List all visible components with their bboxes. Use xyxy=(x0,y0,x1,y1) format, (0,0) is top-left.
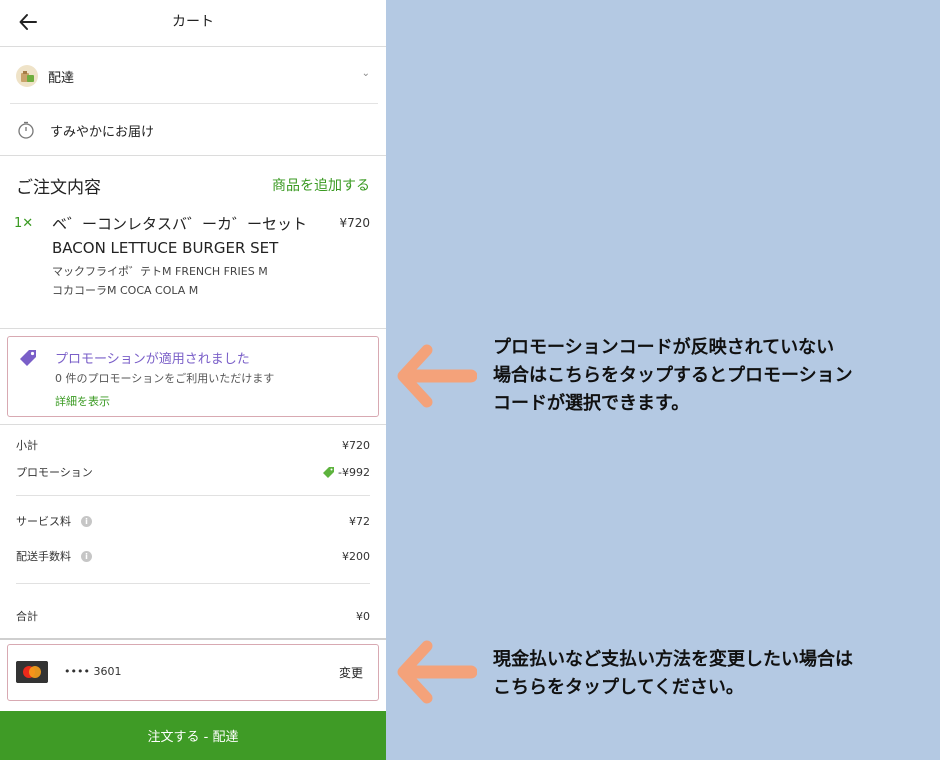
subtotal-label: 小計 xyxy=(16,439,38,452)
delivery-timing-selector[interactable]: すみやかにお届け xyxy=(0,113,386,147)
total-label: 合計 xyxy=(16,610,38,623)
timing-label: すみやかにお届け xyxy=(50,124,155,140)
service-fee-label: サービス料 xyxy=(16,515,71,528)
service-fee-row: サービス料 i ¥72 xyxy=(16,513,370,529)
divider xyxy=(0,638,386,640)
add-items-link[interactable]: 商品を追加する xyxy=(272,175,370,195)
subtotal-value: ¥720 xyxy=(342,438,370,452)
card-number: •••• 3601 xyxy=(64,665,122,678)
promo-annotation-line: 場合はこちらをタップするとプロモーション xyxy=(493,365,853,386)
promotion-value: -¥992 xyxy=(338,465,370,479)
payment-annotation: 現金払いなど支払い方法を変更したい場合は こちらをタップしてください。 xyxy=(493,646,853,702)
delivery-fee-label: 配送手数料 xyxy=(16,550,71,563)
divider xyxy=(0,155,386,156)
payment-annotation-line: 現金払いなど支払い方法を変更したい場合は xyxy=(493,649,853,670)
tag-icon xyxy=(20,350,36,366)
payment-annotation-line: こちらをタップしてください。 xyxy=(493,677,744,698)
promotion-row: プロモーション -¥992 xyxy=(16,464,370,480)
chevron-down-icon: ⌄ xyxy=(361,68,370,79)
place-order-button[interactable]: 注文する - 配達 xyxy=(0,711,386,760)
divider xyxy=(0,424,386,425)
item-price: ¥720 xyxy=(339,216,370,230)
tag-icon xyxy=(323,467,335,478)
divider xyxy=(16,583,370,584)
total-row: 合計 ¥0 xyxy=(16,608,370,624)
promotion-label: プロモーション xyxy=(16,466,93,479)
payment-method-card[interactable]: •••• 3601 変更 xyxy=(7,644,379,701)
promotion-card[interactable]: プロモーションが適用されました 0 件のプロモーションをご利用いただけます 詳細… xyxy=(7,336,379,417)
header: カート xyxy=(0,0,386,44)
promotion-title: プロモーションが適用されました xyxy=(55,352,250,367)
item-name: ベ゛ーコンレタスバ゛ーカ゛ーセット BACON LETTUCE BURGER S… xyxy=(52,215,308,257)
promotion-subtitle: 0 件のプロモーションをご利用いただけます xyxy=(55,372,275,385)
order-heading: ご注文内容 xyxy=(16,177,101,198)
promotion-details-link[interactable]: 詳細を表示 xyxy=(55,393,110,409)
delivery-fee-value: ¥200 xyxy=(342,549,370,563)
promotion-discount: -¥992 xyxy=(322,465,370,479)
arrow-left-icon xyxy=(397,640,477,704)
stopwatch-icon xyxy=(18,121,34,139)
promo-annotation-line: コードが選択できます。 xyxy=(493,393,690,414)
item-quantity: 1✕ xyxy=(14,216,34,231)
item-option: コカコーラM COCA COLA M xyxy=(52,284,199,297)
delivery-fee-row: 配送手数料 i ¥200 xyxy=(16,548,370,564)
promo-annotation-line: プロモーションコードが反映されていない xyxy=(493,337,835,358)
subtotal-row: 小計 ¥720 xyxy=(16,437,370,453)
divider xyxy=(0,328,386,329)
info-icon[interactable]: i xyxy=(81,550,92,562)
info-icon[interactable]: i xyxy=(81,515,92,527)
delivery-bag-icon xyxy=(16,65,38,87)
arrow-left-icon xyxy=(397,344,477,408)
delivery-label: 配達 xyxy=(48,70,75,86)
change-payment-button[interactable]: 変更 xyxy=(339,664,363,681)
order-header: ご注文内容 商品を追加する xyxy=(0,172,386,198)
divider xyxy=(10,103,378,104)
service-fee-value: ¥72 xyxy=(349,514,370,528)
cart-screen: カート 配達 ⌄ すみやかにお届け ご注文内容 商品を追加する 1✕ ベ゛ーコン… xyxy=(0,0,386,760)
divider xyxy=(0,46,386,47)
promo-annotation: プロモーションコードが反映されていない 場合はこちらをタップするとプロモーション… xyxy=(493,334,853,418)
delivery-mode-selector[interactable]: 配達 ⌄ xyxy=(0,58,386,94)
item-option: マックフライポ゛テトM FRENCH FRIES M xyxy=(52,265,268,278)
divider xyxy=(16,495,370,496)
mastercard-icon xyxy=(16,661,48,683)
page-title: カート xyxy=(172,14,214,30)
total-value: ¥0 xyxy=(356,609,370,623)
